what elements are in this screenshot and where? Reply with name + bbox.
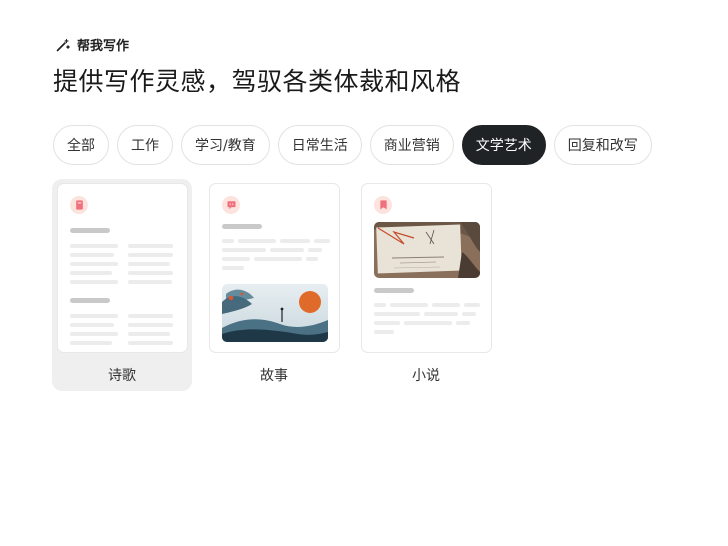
template-card-label: 故事 — [260, 368, 288, 384]
magic-wand-icon — [55, 37, 71, 53]
book-icon — [70, 196, 88, 214]
template-card-novel[interactable]: 小说 — [356, 179, 496, 391]
chip-literature-art[interactable]: 文学艺术 — [461, 125, 546, 165]
chip-study-education[interactable]: 学习/教育 — [181, 125, 270, 165]
bookmark-icon — [374, 196, 392, 214]
chip-business-marketing[interactable]: 商业营销 — [369, 125, 454, 165]
novel-preview — [361, 183, 492, 353]
page-title: 提供写作灵感，驾驭各类体裁和风格 — [53, 67, 462, 96]
story-preview — [209, 183, 340, 353]
template-card-poem[interactable]: 诗歌 — [52, 179, 192, 391]
chip-reply-rewrite[interactable]: 回复和改写 — [553, 125, 652, 165]
novel-illustration — [374, 222, 480, 278]
poem-preview — [57, 183, 188, 353]
write-helper-label: 帮我写作 — [55, 35, 129, 54]
chip-daily-life[interactable]: 日常生活 — [277, 125, 362, 165]
template-card-label: 诗歌 — [108, 368, 136, 384]
template-card-label: 小说 — [412, 368, 440, 384]
category-filter-bar: 全部 工作 学习/教育 日常生活 商业营销 文学艺术 回复和改写 — [53, 125, 652, 165]
template-card-story[interactable]: 故事 — [204, 179, 344, 391]
template-card-list: 诗歌 故事 小说 — [52, 179, 496, 391]
chat-bubble-icon — [222, 196, 240, 214]
story-illustration — [222, 284, 328, 342]
chip-all[interactable]: 全部 — [53, 125, 109, 165]
chip-work[interactable]: 工作 — [117, 125, 173, 165]
write-helper-text: 帮我写作 — [77, 39, 130, 54]
